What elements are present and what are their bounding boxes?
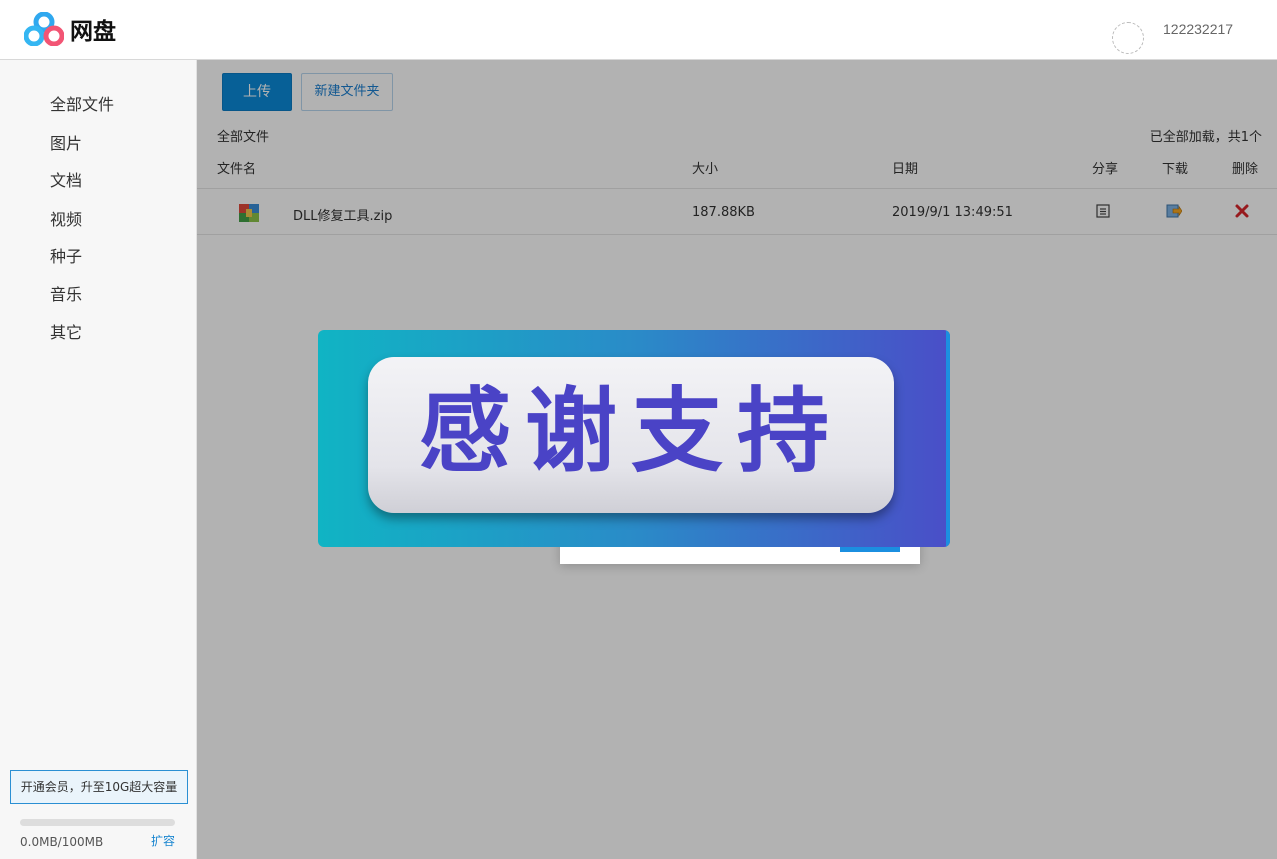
sidebar: 全部文件 图片 文档 视频 种子 音乐 其它 开通会员，升至10G超大容量 0.… (0, 60, 197, 859)
banner-text: 感谢支持 (418, 378, 843, 485)
banner-card: 感谢支持 (368, 357, 894, 513)
app-title: 网盘 (70, 19, 116, 45)
cloud-logo-icon (24, 12, 64, 46)
sidebar-item-documents[interactable]: 文档 (50, 167, 82, 191)
expand-storage-link[interactable]: 扩容 (151, 832, 175, 849)
vip-upgrade-button[interactable]: 开通会员，升至10G超大容量 (10, 770, 188, 804)
username[interactable]: 122232217 (1163, 21, 1233, 37)
sidebar-item-torrents[interactable]: 种子 (50, 243, 82, 267)
thanks-banner: 感谢支持 (318, 330, 950, 547)
avatar[interactable] (1112, 22, 1144, 54)
storage-usage-text: 0.0MB/100MB (20, 835, 104, 849)
sidebar-item-images[interactable]: 图片 (50, 130, 82, 154)
banner-edge (946, 330, 950, 547)
sidebar-item-other[interactable]: 其它 (50, 319, 82, 343)
sidebar-item-music[interactable]: 音乐 (50, 281, 82, 305)
storage-progress-bar (20, 819, 175, 826)
sidebar-item-all-files[interactable]: 全部文件 (50, 91, 114, 115)
top-header: 网盘 122232217 (0, 0, 1277, 60)
sidebar-item-videos[interactable]: 视频 (50, 206, 82, 230)
